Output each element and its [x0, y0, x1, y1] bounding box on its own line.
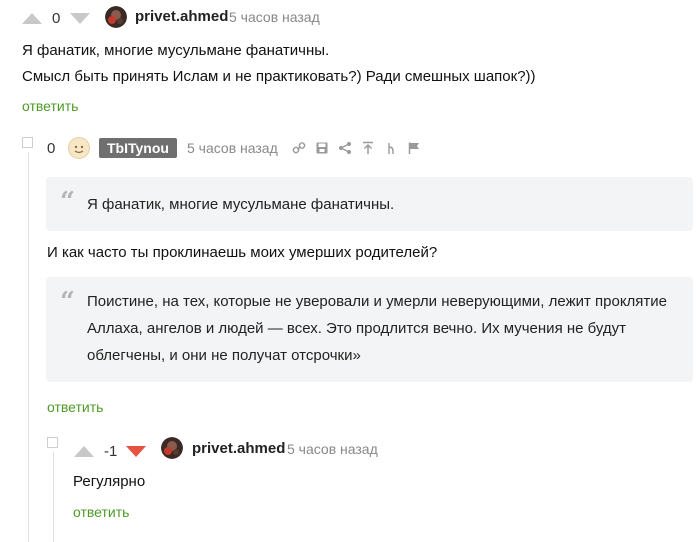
avatar[interactable] — [105, 6, 127, 28]
comment3-score: -1 — [104, 443, 118, 460]
comment1-line: Я фанатик, многие мусульмане фанатичны. — [22, 42, 330, 59]
save-icon[interactable] — [315, 141, 329, 160]
scroll-up-icon[interactable] — [361, 141, 375, 160]
quote-text: Поистине, на тех, которые не уверовали и… — [87, 293, 668, 364]
avatar[interactable] — [68, 137, 90, 159]
comment2-avatar[interactable] — [68, 137, 90, 164]
comment3-time[interactable]: 5 часов назад — [287, 441, 378, 457]
quote-icon: “ — [60, 187, 75, 217]
comment1-username[interactable]: privet.ahmed — [135, 8, 228, 25]
avatar[interactable] — [161, 437, 183, 459]
comment3-reply-link[interactable]: ответить — [73, 504, 129, 520]
flag-icon[interactable] — [407, 141, 421, 160]
share-icon[interactable] — [338, 141, 352, 160]
comment1-vote: 0 — [22, 10, 91, 27]
comment2-reply-link[interactable]: ответить — [47, 399, 103, 415]
comment2-time[interactable]: 5 часов назад — [187, 140, 278, 156]
quote-text: Я фанатик, многие мусульмане фанатичны. — [87, 196, 395, 213]
collapse-toggle[interactable] — [22, 137, 33, 148]
comment1-avatar[interactable] — [105, 6, 127, 33]
comment3-text: Регулярно — [73, 473, 146, 490]
comment2-toolbar — [292, 141, 421, 160]
comment3-username[interactable]: privet.ahmed — [192, 440, 285, 457]
comment2-text: И как часто ты проклинаешь моих умерших … — [47, 244, 438, 261]
downvote-icon[interactable] — [70, 13, 91, 24]
branch-icon[interactable] — [384, 141, 398, 160]
comment3-vote: -1 — [74, 443, 147, 460]
comment1-line: Смысл быть принять Ислам и не практикова… — [22, 68, 536, 85]
upvote-icon[interactable] — [22, 13, 42, 24]
upvote-icon[interactable] — [74, 446, 94, 457]
comment2-score: 0 — [47, 140, 56, 157]
comment1-score: 0 — [52, 10, 61, 27]
comment1-reply-link[interactable]: ответить — [22, 98, 78, 114]
downvote-icon[interactable] — [126, 446, 147, 457]
quote-block: “ Поистине, на тех, которые не уверовали… — [46, 277, 693, 382]
comment2-username[interactable]: TbITynou — [99, 138, 177, 158]
comment1-time[interactable]: 5 часов назад — [229, 9, 320, 25]
quote-icon: “ — [60, 287, 75, 317]
comment3-avatar[interactable] — [161, 437, 183, 464]
link-icon[interactable] — [292, 141, 306, 160]
comment1-body: Я фанатик, многие мусульмане фанатичны. … — [22, 38, 692, 90]
collapse-toggle[interactable] — [47, 437, 58, 448]
quote-block: “ Я фанатик, многие мусульмане фанатичны… — [46, 177, 693, 231]
thread-line[interactable] — [28, 152, 29, 542]
thread-line[interactable] — [53, 452, 54, 542]
